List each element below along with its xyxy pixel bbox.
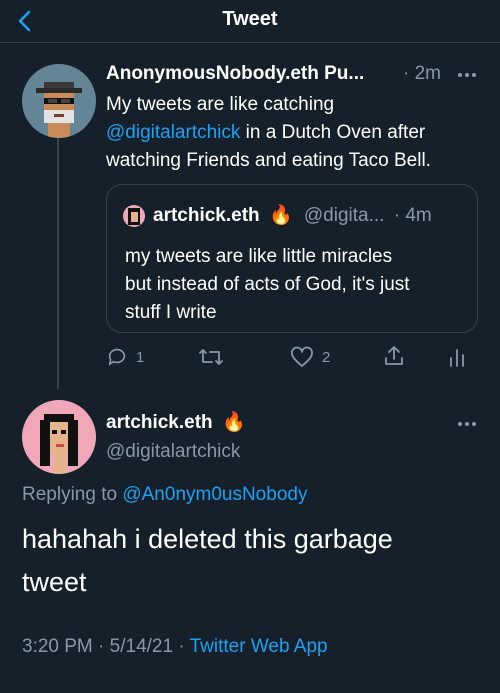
main-text-line2: tweet bbox=[22, 567, 87, 597]
main-display-name[interactable]: artchick.eth bbox=[106, 412, 213, 433]
replying-to-label: Replying to bbox=[22, 484, 118, 505]
more-dots-icon bbox=[458, 73, 476, 77]
heart-icon bbox=[291, 346, 313, 367]
main-text-line1: hahahah i deleted this garbage bbox=[22, 524, 393, 554]
main-tweet-header: artchick.eth 🔥 @digitalartchick bbox=[106, 410, 466, 463]
parent-time[interactable]: · 2m bbox=[403, 63, 441, 85]
quote-display-name: artchick.eth bbox=[153, 205, 260, 226]
quote-text-line3: stuff I write bbox=[125, 302, 217, 323]
top-bar: Tweet bbox=[0, 0, 500, 43]
replying-to-handle[interactable]: @An0nym0usNobody bbox=[122, 484, 307, 505]
share-button[interactable] bbox=[383, 345, 405, 367]
quote-text-line1: my tweets are like little miracles bbox=[125, 246, 393, 267]
quote-header: artchick.eth 🔥 @digita... · 4m bbox=[153, 203, 473, 227]
analytics-icon bbox=[450, 349, 464, 367]
tweet-date[interactable]: 5/14/21 bbox=[110, 636, 173, 657]
tweet-time[interactable]: 3:20 PM bbox=[22, 636, 93, 657]
quote-text: my tweets are like little miracles but i… bbox=[125, 243, 475, 327]
parent-text-line2: @digitalartchick in a Dutch Oven after bbox=[106, 119, 496, 147]
retweet-icon bbox=[199, 349, 223, 365]
parent-text-line1: My tweets are like catching bbox=[106, 94, 335, 115]
thread-connector bbox=[57, 127, 59, 389]
quote-avatar-image bbox=[128, 208, 140, 225]
parent-tweet-header: AnonymousNobody.eth Pu... · 2m bbox=[106, 63, 486, 87]
main-name-row: artchick.eth 🔥 bbox=[106, 410, 466, 434]
mention-link[interactable]: @digitalartchick bbox=[106, 122, 240, 143]
main-fire-emoji: 🔥 bbox=[221, 412, 246, 433]
share-icon bbox=[385, 346, 403, 365]
artchick-avatar-image bbox=[40, 414, 78, 474]
quoted-tweet-card[interactable]: artchick.eth 🔥 @digita... · 4m my tweets… bbox=[106, 184, 478, 333]
main-tweet-text: hahahah i deleted this garbage tweet bbox=[22, 518, 482, 604]
parent-text-line3: watching Friends and eating Taco Bell. bbox=[106, 150, 431, 171]
like-button[interactable]: 2 bbox=[290, 346, 330, 368]
tweet-timestamp: 3:20 PM · 5/14/21 · Twitter Web App bbox=[22, 636, 328, 658]
quote-fire-emoji: 🔥 bbox=[268, 205, 293, 226]
quote-time: · 4m bbox=[393, 205, 432, 226]
quote-handle: @digita... bbox=[303, 205, 385, 226]
retweet-button[interactable] bbox=[198, 346, 224, 368]
tweet-source-link[interactable]: Twitter Web App bbox=[190, 636, 328, 657]
parent-text-line2-rest: in a Dutch Oven after bbox=[240, 122, 426, 143]
main-handle[interactable]: @digitalartchick bbox=[106, 441, 466, 463]
parent-display-name[interactable]: AnonymousNobody.eth Pu... bbox=[106, 63, 364, 84]
reply-button[interactable]: 1 bbox=[106, 346, 144, 368]
analytics-button[interactable] bbox=[448, 346, 466, 368]
like-count: 2 bbox=[322, 348, 331, 366]
reply-icon bbox=[108, 348, 126, 366]
punk-avatar-image bbox=[36, 82, 82, 138]
avatar-artchick[interactable] bbox=[22, 400, 96, 474]
replying-to: Replying to @An0nym0usNobody bbox=[22, 484, 307, 506]
avatar-anonymousnobody[interactable] bbox=[22, 64, 96, 138]
reply-count: 1 bbox=[136, 348, 145, 366]
timestamp-separator-2: · bbox=[178, 636, 185, 657]
main-more-button[interactable] bbox=[455, 414, 479, 434]
quote-avatar bbox=[123, 205, 145, 227]
page-title: Tweet bbox=[222, 8, 278, 30]
more-dots-icon bbox=[458, 422, 476, 426]
parent-tweet-text: My tweets are like catching @digitalartc… bbox=[106, 91, 496, 175]
timestamp-separator-1: · bbox=[98, 636, 105, 657]
quote-text-line2: but instead of acts of God, it's just bbox=[125, 274, 410, 295]
parent-more-button[interactable] bbox=[455, 65, 479, 85]
